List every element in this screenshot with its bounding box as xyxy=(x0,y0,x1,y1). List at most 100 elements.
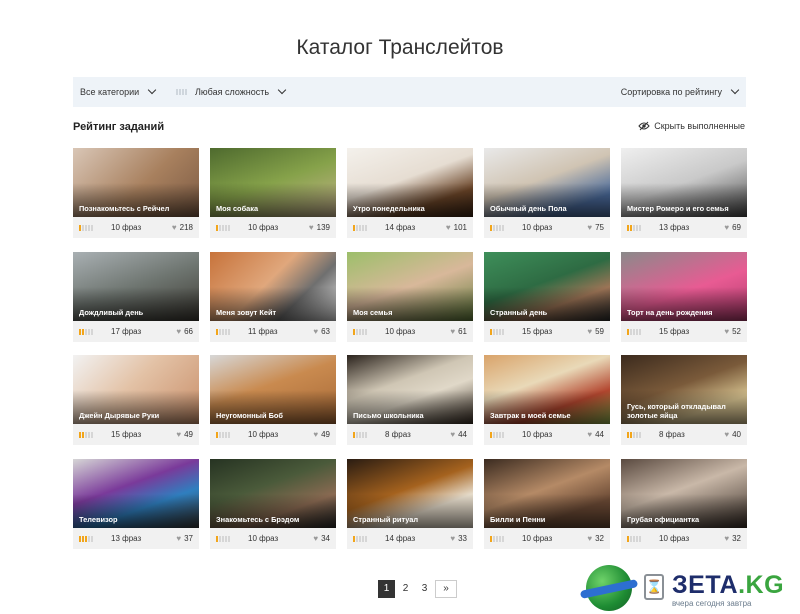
task-card-image: Обычный день Пола xyxy=(484,148,610,217)
task-card-meta: 10 фраз ♥ 218 xyxy=(73,217,199,238)
chevron-down-icon xyxy=(730,85,740,95)
next-page-button[interactable]: » xyxy=(435,580,457,598)
filter-bar: Все категории Любая сложность Сортировка… xyxy=(73,77,746,107)
difficulty-filter[interactable]: Любая сложность xyxy=(176,77,287,107)
likes-count: 66 xyxy=(184,327,193,336)
difficulty-indicator xyxy=(627,329,641,335)
task-card[interactable]: Моя собака 10 фраз ♥ 139 xyxy=(210,148,336,238)
difficulty-indicator xyxy=(353,329,367,335)
likes: ♥ 33 xyxy=(450,534,467,543)
task-card-title: Странный день xyxy=(490,308,548,317)
task-card-title: Грубая официантка xyxy=(627,515,700,524)
likes: ♥ 49 xyxy=(176,430,193,439)
phrase-count: 8 фраз xyxy=(385,430,411,439)
task-card[interactable]: Гусь, который откладывал золотые яйца 8 ф… xyxy=(621,355,747,445)
likes: ♥ 40 xyxy=(724,430,741,439)
phrase-count: 8 фраз xyxy=(659,430,685,439)
task-card[interactable]: Грубая официантка 10 фраз ♥ 32 xyxy=(621,459,747,549)
likes: ♥ 32 xyxy=(724,534,741,543)
task-card-title: Дождливый день xyxy=(79,308,144,317)
task-card[interactable]: Телевизор 13 фраз ♥ 37 xyxy=(73,459,199,549)
likes: ♥ 63 xyxy=(313,327,330,336)
task-card[interactable]: Странный ритуал 14 фраз ♥ 33 xyxy=(347,459,473,549)
task-card[interactable]: Познакомьтесь с Рейчел 10 фраз ♥ 218 xyxy=(73,148,199,238)
difficulty-indicator xyxy=(490,225,504,231)
task-card-image: Неугомонный Боб xyxy=(210,355,336,424)
task-card[interactable]: Меня зовут Кейт 11 фраз ♥ 63 xyxy=(210,252,336,342)
task-card-image: Гусь, который откладывал золотые яйца xyxy=(621,355,747,424)
task-card-title: Неугомонный Боб xyxy=(216,411,283,420)
task-card[interactable]: Неугомонный Боб 10 фраз ♥ 49 xyxy=(210,355,336,445)
task-card[interactable]: Мистер Ромеро и его семья 13 фраз ♥ 69 xyxy=(621,148,747,238)
task-card[interactable]: Завтрак в моей семье 10 фраз ♥ 44 xyxy=(484,355,610,445)
task-card-image: Телевизор xyxy=(73,459,199,528)
task-card[interactable]: Дождливый день 17 фраз ♥ 66 xyxy=(73,252,199,342)
hourglass-icon: ⌛ xyxy=(644,574,664,600)
difficulty-bars-icon xyxy=(176,89,187,95)
page-1-button[interactable]: 1 xyxy=(378,580,395,598)
task-card-meta: 10 фраз ♥ 32 xyxy=(484,528,610,549)
task-card[interactable]: Письмо школьника 8 фраз ♥ 44 xyxy=(347,355,473,445)
task-card-image: Грубая официантка xyxy=(621,459,747,528)
task-card[interactable]: Обычный день Пола 10 фраз ♥ 75 xyxy=(484,148,610,238)
globe-logo-icon xyxy=(579,565,639,611)
heart-icon: ♥ xyxy=(176,326,182,336)
eye-hide-icon xyxy=(638,121,650,131)
task-card-title: Джейн Дырявые Руки xyxy=(79,411,160,420)
heart-icon: ♥ xyxy=(176,533,182,543)
task-card[interactable]: Джейн Дырявые Руки 15 фраз ♥ 49 xyxy=(73,355,199,445)
chevron-down-icon xyxy=(277,85,287,95)
heart-icon: ♥ xyxy=(587,533,593,543)
phrase-count: 14 фраз xyxy=(385,223,416,232)
watermark-tagline: вчера сегодня завтра xyxy=(672,599,752,608)
category-filter[interactable]: Все категории xyxy=(80,77,157,107)
likes-count: 44 xyxy=(458,430,467,439)
task-card-meta: 11 фраз ♥ 63 xyxy=(210,321,336,342)
task-card[interactable]: Утро понедельника 14 фраз ♥ 101 xyxy=(347,148,473,238)
likes-count: 32 xyxy=(732,534,741,543)
heart-icon: ♥ xyxy=(176,429,182,439)
task-card-title: Знакомьтесь с Брэдом xyxy=(216,515,300,524)
task-card-meta: 14 фраз ♥ 33 xyxy=(347,528,473,549)
task-grid: Познакомьтесь с Рейчел 10 фраз ♥ 218 Моя соб… xyxy=(73,148,747,549)
task-card[interactable]: Билли и Пенни 10 фраз ♥ 32 xyxy=(484,459,610,549)
likes-count: 33 xyxy=(458,534,467,543)
phrase-count: 17 фраз xyxy=(111,327,142,336)
page-3-button[interactable]: 3 xyxy=(416,580,433,598)
chevron-down-icon xyxy=(147,85,157,95)
task-card-image: Познакомьтесь с Рейчел xyxy=(73,148,199,217)
likes: ♥ 52 xyxy=(724,327,741,336)
phrase-count: 10 фраз xyxy=(522,534,553,543)
task-card-title: Телевизор xyxy=(79,515,118,524)
hide-done-toggle[interactable]: Скрыть выполненные xyxy=(638,121,745,131)
phrase-count: 13 фраз xyxy=(659,223,690,232)
difficulty-indicator xyxy=(216,432,230,438)
task-card-image: Завтрак в моей семье xyxy=(484,355,610,424)
likes: ♥ 75 xyxy=(587,223,604,232)
task-card-meta: 13 фраз ♥ 37 xyxy=(73,528,199,549)
likes-count: 61 xyxy=(458,327,467,336)
task-card-title: Письмо школьника xyxy=(353,411,424,420)
task-card[interactable]: Моя семья 10 фраз ♥ 61 xyxy=(347,252,473,342)
difficulty-indicator xyxy=(79,536,93,542)
difficulty-indicator xyxy=(79,225,93,231)
task-card-image: Утро понедельника xyxy=(347,148,473,217)
difficulty-filter-label: Любая сложность xyxy=(195,87,270,97)
task-card[interactable]: Торт на день рождения 15 фраз ♥ 52 xyxy=(621,252,747,342)
task-card-meta: 10 фраз ♥ 61 xyxy=(347,321,473,342)
page-2-button[interactable]: 2 xyxy=(397,580,414,598)
task-card[interactable]: Странный день 15 фраз ♥ 59 xyxy=(484,252,610,342)
likes-count: 52 xyxy=(732,327,741,336)
likes: ♥ 66 xyxy=(176,327,193,336)
section-title: Рейтинг заданий xyxy=(73,121,165,133)
difficulty-indicator xyxy=(490,329,504,335)
phrase-count: 11 фраз xyxy=(248,327,278,336)
sort-select[interactable]: Сортировка по рейтингу xyxy=(621,77,740,107)
task-card-image: Джейн Дырявые Руки xyxy=(73,355,199,424)
task-card[interactable]: Знакомьтесь с Брэдом 10 фраз ♥ 34 xyxy=(210,459,336,549)
task-card-meta: 10 фраз ♥ 139 xyxy=(210,217,336,238)
phrase-count: 15 фраз xyxy=(522,327,553,336)
likes-count: 218 xyxy=(179,223,193,232)
likes-count: 37 xyxy=(184,534,193,543)
task-card-image: Билли и Пенни xyxy=(484,459,610,528)
